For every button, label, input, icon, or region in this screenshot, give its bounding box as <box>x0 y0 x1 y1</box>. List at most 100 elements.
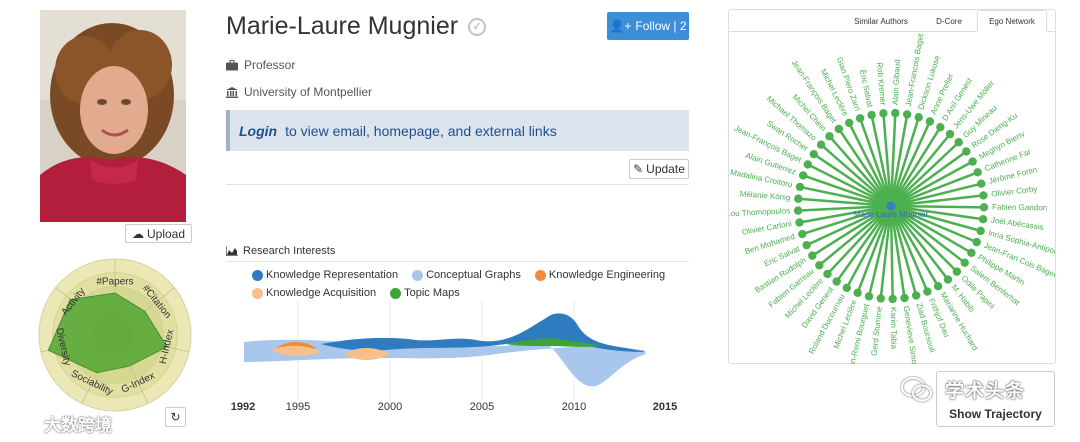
check-circle-icon: ✓ <box>468 17 487 36</box>
update-label: Update <box>646 162 685 176</box>
ego-node-label: Karim Tabia <box>889 307 899 350</box>
ego-node[interactable] <box>823 269 832 279</box>
ego-node-label: Lou Thomopoulos <box>729 206 790 218</box>
user-plus-icon: 👤+ <box>609 19 632 33</box>
ego-node[interactable] <box>888 294 897 304</box>
tab-ego-network[interactable]: Ego Network <box>977 10 1047 32</box>
ego-node[interactable] <box>962 147 971 156</box>
ego-node[interactable] <box>795 218 804 227</box>
ego-node[interactable] <box>900 293 909 303</box>
ego-node[interactable] <box>825 132 834 141</box>
ego-node[interactable] <box>954 138 963 147</box>
ego-node-label: Fabien Gandon <box>992 203 1047 213</box>
update-button[interactable]: ✎ Update <box>629 159 689 179</box>
network-panel: Similar Authors D-Core Ego Network Jean-… <box>728 9 1056 364</box>
ego-node[interactable] <box>976 226 985 236</box>
ego-node[interactable] <box>815 261 824 270</box>
ego-edge <box>889 205 894 300</box>
ego-node[interactable] <box>967 248 976 257</box>
ego-node[interactable] <box>816 140 826 149</box>
watermark-left: 大数跨境 <box>6 411 112 436</box>
ego-node[interactable] <box>853 288 862 298</box>
affiliation-row: University of Montpellier <box>226 85 372 99</box>
ego-node[interactable] <box>911 291 921 300</box>
ego-node[interactable] <box>798 171 808 180</box>
ego-node[interactable] <box>960 258 969 267</box>
radar-axis-label: #Papers <box>96 276 133 287</box>
legend-swatch <box>252 287 263 299</box>
ego-node[interactable] <box>979 203 989 212</box>
x-tick-label: 1995 <box>285 401 311 413</box>
ego-node[interactable] <box>979 191 988 200</box>
legend-item[interactable]: Topic Maps <box>390 287 460 299</box>
ego-node[interactable] <box>943 275 953 284</box>
ego-node[interactable] <box>876 294 885 303</box>
ego-node[interactable] <box>793 206 803 215</box>
legend-item[interactable]: Knowledge Acquisition <box>252 287 376 299</box>
login-banner: Login to view email, homepage, and exter… <box>226 110 689 151</box>
ego-node[interactable] <box>902 110 912 119</box>
legend-label: Knowledge Engineering <box>548 269 666 281</box>
login-link[interactable]: Login <box>239 123 277 139</box>
ego-node[interactable] <box>867 110 876 120</box>
ego-node[interactable] <box>925 117 935 126</box>
ego-node[interactable] <box>879 109 888 118</box>
ego-node[interactable] <box>933 282 943 291</box>
ego-node[interactable] <box>972 237 981 247</box>
x-tick-label: 2010 <box>561 401 587 413</box>
ego-node[interactable] <box>968 157 977 166</box>
ego-node-label: Joël Abécassis <box>990 215 1044 231</box>
x-tick-label: 2000 <box>377 401 403 413</box>
ego-node[interactable] <box>914 113 923 122</box>
ego-node[interactable] <box>844 118 854 128</box>
ego-node[interactable] <box>977 179 986 188</box>
legend-label: Knowledge Acquisition <box>266 287 377 299</box>
affiliation-text: University of Montpellier <box>244 85 373 99</box>
cloud-upload-icon: ☁ <box>132 226 144 241</box>
ego-node[interactable] <box>832 277 841 286</box>
tab-similar-authors[interactable]: Similar Authors <box>845 10 917 32</box>
legend-item[interactable]: Knowledge Engineering <box>534 269 666 281</box>
ego-node[interactable] <box>834 124 844 134</box>
legend-item[interactable]: Conceptual Graphs <box>412 269 521 281</box>
ego-node[interactable] <box>808 251 817 260</box>
research-streamgraph <box>244 300 646 400</box>
ego-node[interactable] <box>952 267 962 276</box>
ego-node[interactable] <box>864 292 874 301</box>
refresh-icon: ↻ <box>170 410 181 424</box>
watermark-logo-icon <box>7 414 39 433</box>
network-tabs: Similar Authors D-Core Ego Network <box>729 10 1055 32</box>
position-row: Professor <box>226 58 295 72</box>
ego-node[interactable] <box>809 149 818 159</box>
ego-node[interactable] <box>978 215 988 224</box>
legend-item[interactable]: Knowledge Representation <box>252 269 398 281</box>
ego-node[interactable] <box>923 287 932 296</box>
ego-node[interactable] <box>891 108 900 118</box>
ego-node[interactable] <box>842 283 852 293</box>
ego-node-label: Rob Kremer <box>875 62 888 106</box>
ego-node-label: Gerd Stumme <box>870 305 884 356</box>
show-trajectory-button[interactable]: 学术头条 Show Trajectory <box>936 371 1055 427</box>
legend-swatch <box>390 287 402 299</box>
refresh-button[interactable]: ↻ <box>165 407 186 427</box>
ego-node[interactable] <box>803 160 812 169</box>
ego-node-label: Olivier Corby <box>991 184 1038 198</box>
ego-node[interactable] <box>798 229 807 239</box>
ego-node[interactable] <box>855 114 865 123</box>
wechat-icon <box>901 377 932 402</box>
upload-button[interactable]: ☁ Upload <box>125 224 193 243</box>
divider <box>226 184 689 185</box>
follow-label: Follow | 2 <box>635 19 687 33</box>
ego-node[interactable] <box>795 182 805 192</box>
ego-network-graph[interactable]: Jean-Francois BagetDickson LukoseAnne Pr… <box>729 34 1055 364</box>
ego-node[interactable] <box>802 240 811 250</box>
show-trajectory-label: Show Trajectory <box>949 407 1042 421</box>
x-tick-label: 2015 <box>652 401 678 413</box>
ego-node[interactable] <box>794 194 803 203</box>
ego-node[interactable] <box>973 168 982 177</box>
tab-d-core[interactable]: D-Core <box>925 10 973 32</box>
follow-button[interactable]: 👤+ Follow | 2 <box>607 12 689 40</box>
legend-label: Knowledge Representation <box>266 269 399 281</box>
ego-node[interactable] <box>936 122 945 132</box>
ego-node[interactable] <box>945 129 955 139</box>
